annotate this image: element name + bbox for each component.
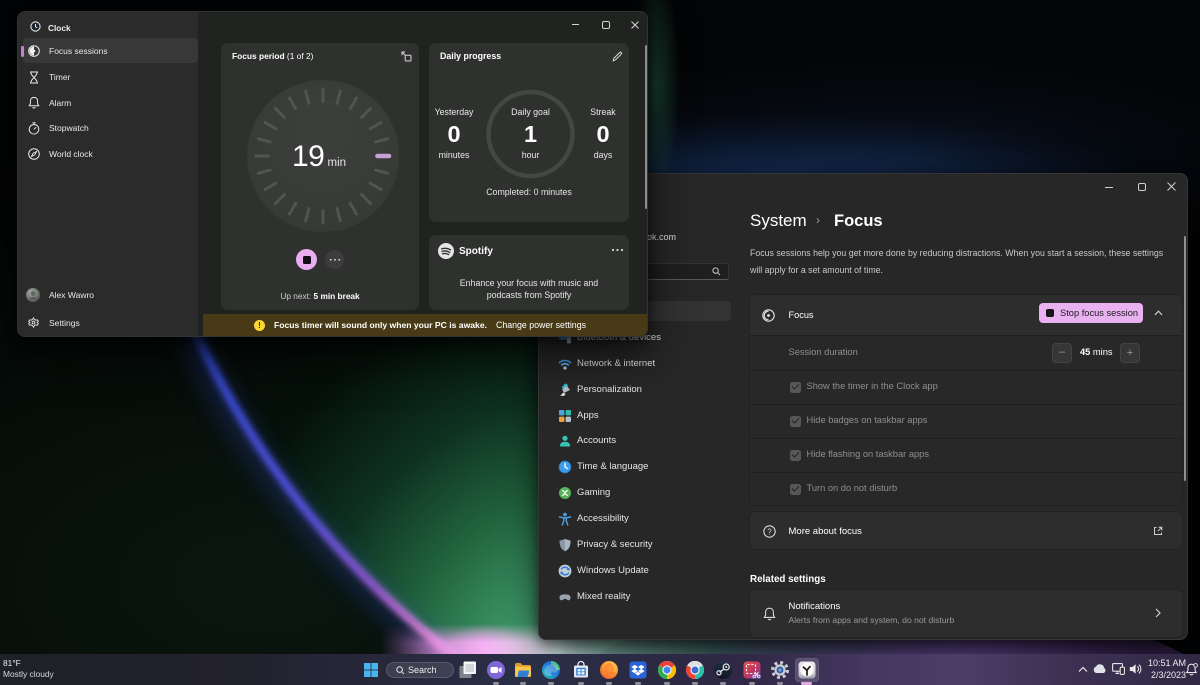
svg-text:?: ?: [767, 527, 772, 536]
